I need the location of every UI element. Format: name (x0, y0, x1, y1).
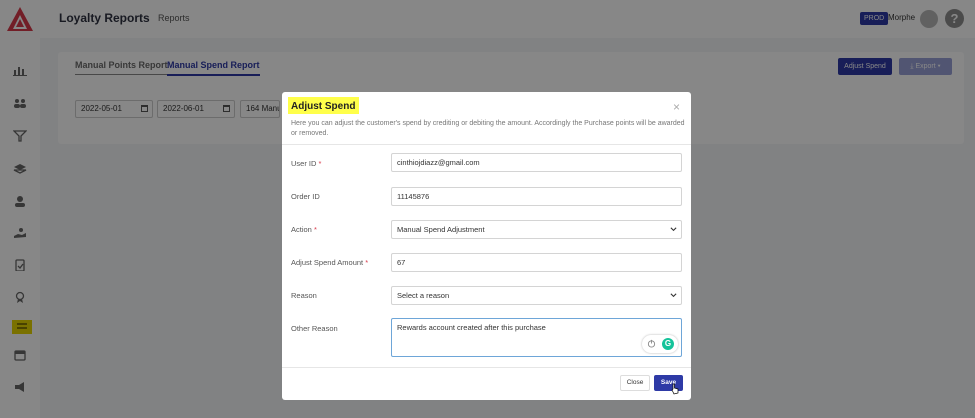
user-id-field[interactable]: cinthiojdiazz@gmail.com (391, 153, 682, 172)
hand-cursor-icon (671, 383, 679, 395)
chevron-down-icon (670, 293, 677, 298)
adjust-spend-modal: Adjust Spend × Here you can adjust the c… (282, 92, 691, 400)
amount-label: Adjust Spend Amount * (291, 258, 369, 267)
modal-title: Adjust Spend (291, 101, 356, 112)
grammarly-icon[interactable]: G (662, 338, 674, 350)
chevron-down-icon (670, 227, 677, 232)
reason-value: Select a reason (397, 291, 450, 300)
power-icon[interactable] (647, 339, 656, 348)
order-id-field[interactable]: 11145876 (391, 187, 682, 206)
action-select[interactable]: Manual Spend Adjustment (391, 220, 682, 239)
action-value: Manual Spend Adjustment (397, 225, 485, 234)
reason-select[interactable]: Select a reason (391, 286, 682, 305)
modal-description: Here you can adjust the customer's spend… (291, 120, 685, 137)
close-button[interactable]: Close (620, 375, 650, 391)
action-label: Action * (291, 225, 317, 234)
divider (282, 144, 691, 145)
order-id-label: Order ID (291, 192, 320, 201)
other-reason-textarea[interactable]: Rewards account created after this purch… (391, 318, 682, 357)
divider (282, 367, 691, 368)
close-icon[interactable]: × (673, 100, 680, 114)
other-reason-label: Other Reason (291, 324, 338, 333)
grammarly-widget[interactable]: G (642, 335, 678, 353)
reason-label: Reason (291, 291, 317, 300)
user-id-label: User ID * (291, 159, 322, 168)
adjust-spend-amount-field[interactable]: 67 (391, 253, 682, 272)
